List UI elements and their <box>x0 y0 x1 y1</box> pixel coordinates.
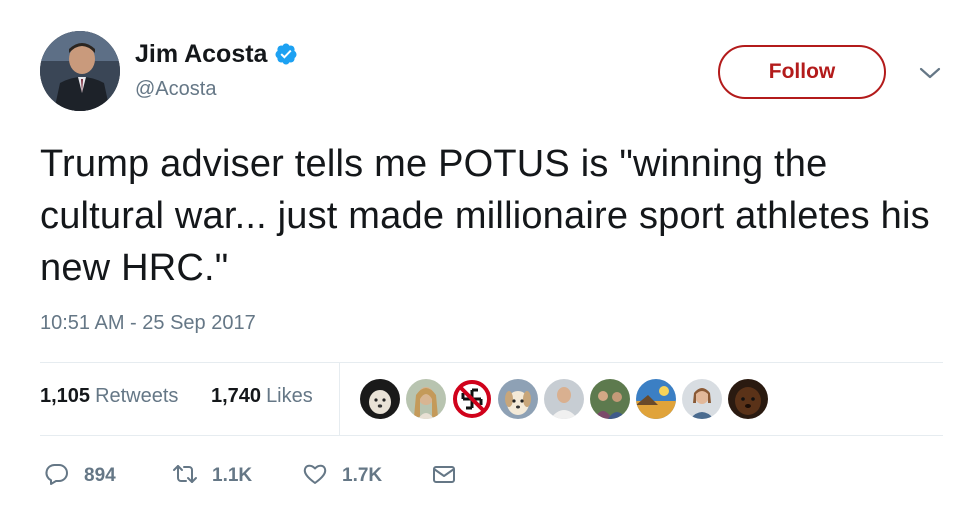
tweet-actions: 894 1.1K 1.7K <box>40 458 540 494</box>
likes-stat[interactable]: 1,740 Likes <box>211 385 313 408</box>
tweet-text: Trump adviser tells me POTUS is "winning… <box>40 143 930 289</box>
liker-avatar-9[interactable] <box>728 379 768 419</box>
tweet-stats: 1,105 Retweets 1,740 Likes <box>40 363 943 435</box>
liker-avatar-4[interactable] <box>498 379 538 419</box>
stats-separator <box>339 363 340 435</box>
divider <box>40 435 943 436</box>
reply-count: 894 <box>84 465 116 486</box>
author-display-name[interactable]: Jim Acosta <box>135 40 267 69</box>
retweet-count: 1.1K <box>212 465 253 486</box>
liker-avatar-2[interactable] <box>406 379 446 419</box>
liker-avatar-1[interactable] <box>360 379 400 419</box>
reply-icon <box>44 461 70 492</box>
tweet-timestamp[interactable]: 10:51 AM - 25 Sep 2017 <box>40 312 256 335</box>
liker-avatar-7[interactable] <box>636 379 676 419</box>
liker-avatar-6[interactable] <box>590 379 630 419</box>
chevron-down-icon[interactable] <box>917 62 943 84</box>
author-handle[interactable]: @Acosta <box>135 78 216 101</box>
liker-avatars <box>360 379 774 419</box>
retweet-icon <box>172 461 198 492</box>
author-name-row: Jim Acosta <box>135 38 298 70</box>
liker-avatar-8[interactable] <box>682 379 722 419</box>
tweet-card: Jim Acosta @Acosta Follow Trump adviser … <box>0 0 980 519</box>
heart-icon <box>302 461 328 492</box>
retweets-count: 1,105 <box>40 385 91 407</box>
liker-avatar-5[interactable] <box>544 379 584 419</box>
like-button[interactable]: 1.7K <box>302 458 382 494</box>
retweets-stat[interactable]: 1,105 Retweets <box>40 385 178 408</box>
follow-button[interactable]: Follow <box>718 45 886 99</box>
author-avatar[interactable] <box>40 31 120 111</box>
direct-message-button[interactable] <box>431 458 457 494</box>
verified-badge-icon <box>274 42 298 66</box>
reply-button[interactable]: 894 <box>44 458 116 494</box>
likes-count: 1,740 <box>211 385 262 407</box>
retweets-label: Retweets <box>95 385 179 407</box>
retweet-button[interactable]: 1.1K <box>172 458 252 494</box>
likes-label: Likes <box>266 385 313 407</box>
like-count: 1.7K <box>342 465 383 486</box>
envelope-icon <box>431 461 457 492</box>
liker-avatar-3[interactable] <box>452 379 492 419</box>
